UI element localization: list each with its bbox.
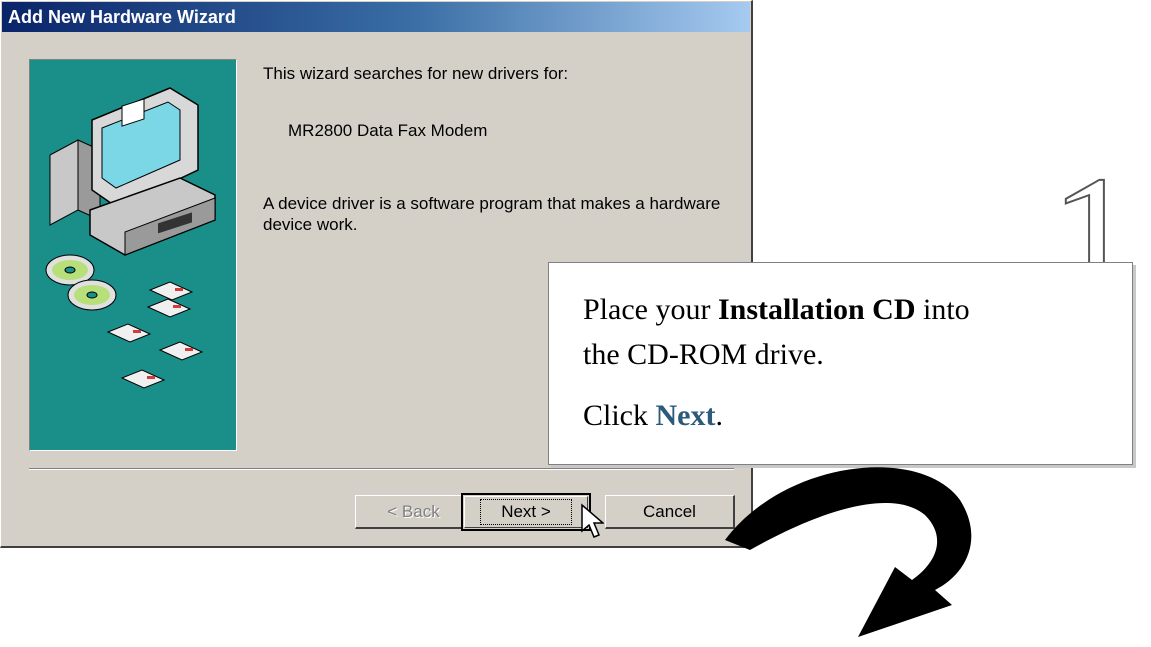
cd-disc-icon: [45, 254, 117, 311]
next-button-label: Next >: [480, 499, 572, 525]
button-separator: [29, 468, 734, 470]
next-button[interactable]: Next >: [461, 493, 591, 531]
installation-cd-label: Installation CD: [717, 293, 916, 326]
title-bar[interactable]: Add New Hardware Wizard: [2, 2, 750, 32]
callout-line-2: the CD-ROM drive.: [583, 338, 824, 371]
description-text: A device driver is a software program th…: [263, 194, 721, 234]
instruction-callout: Place your Installation CD into the CD-R…: [548, 262, 1133, 465]
mouse-cursor-icon: [581, 503, 604, 538]
device-name: MR2800 Data Fax Modem: [288, 121, 488, 140]
callout-line-3: Click Next.: [583, 399, 723, 432]
intro-text: This wizard searches for new drivers for…: [263, 64, 569, 83]
back-button[interactable]: < Back: [355, 495, 473, 529]
computer-illustration: [45, 87, 216, 389]
window-title: Add New Hardware Wizard: [8, 7, 236, 27]
wizard-side-panel: [29, 59, 237, 451]
floppy-disk-icon: [106, 281, 204, 389]
callout-line-1: Place your Installation CD into: [583, 293, 970, 326]
computer-icon: [49, 87, 216, 256]
curved-arrow-icon: [725, 467, 972, 637]
next-reference: Next: [655, 399, 716, 432]
